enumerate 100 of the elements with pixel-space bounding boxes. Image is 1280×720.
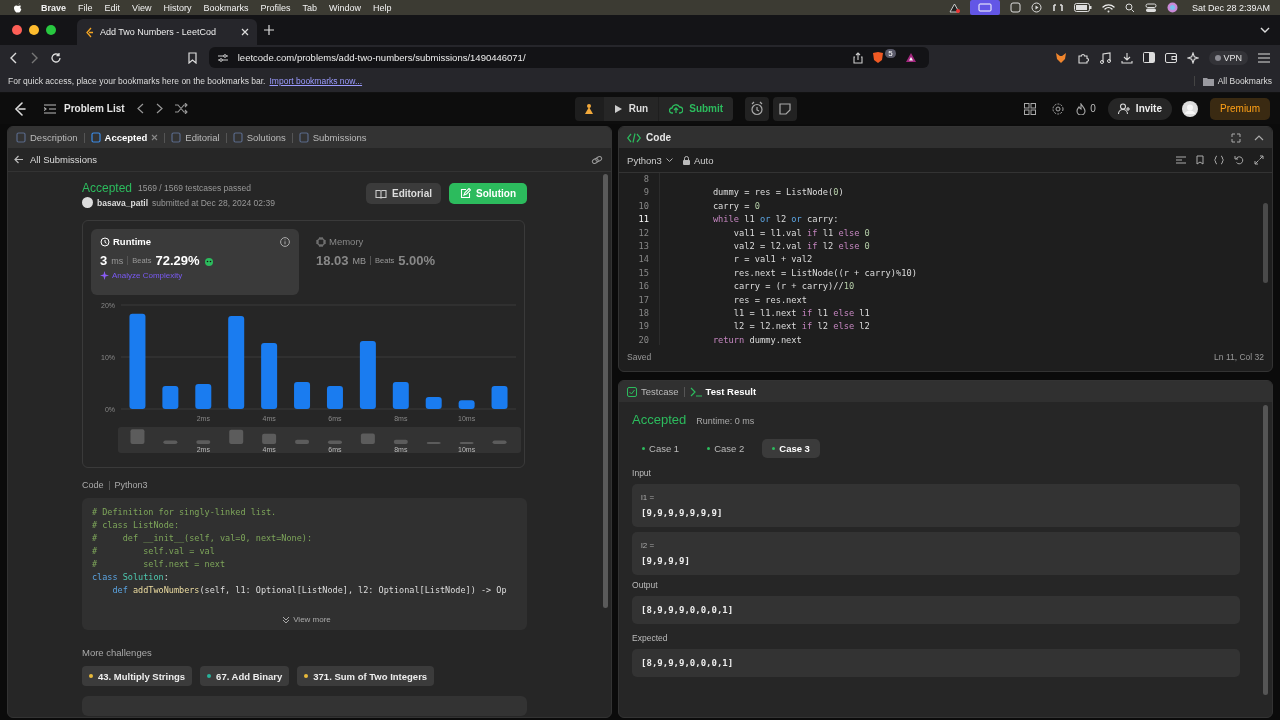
premium-button[interactable]: Premium (1210, 97, 1270, 120)
previous-icon[interactable] (136, 103, 144, 114)
chart-bar[interactable] (392, 381, 409, 409)
case-tab[interactable]: Case 1 (632, 439, 690, 458)
screen-share-icon[interactable] (969, 0, 1000, 15)
chart-bar[interactable] (228, 315, 245, 409)
share-icon[interactable] (853, 51, 864, 64)
chart-bar[interactable] (359, 340, 376, 409)
play-icon[interactable] (1030, 2, 1042, 13)
all-submissions-link[interactable]: All Submissions (14, 154, 98, 165)
panel-tab[interactable]: Editorial (171, 132, 220, 143)
expand-icon[interactable] (1254, 155, 1264, 165)
chart-bar[interactable] (491, 386, 508, 409)
rewards-triangle-icon[interactable] (904, 52, 917, 63)
case-tab[interactable]: Case 3 (762, 439, 820, 458)
menu-item[interactable]: History (163, 2, 192, 13)
challenge-chip[interactable]: 43. Multiply Strings (82, 666, 193, 686)
layout-grid-icon[interactable] (1024, 102, 1037, 115)
brave-shields-button[interactable] (872, 51, 885, 64)
forward-icon[interactable] (30, 51, 38, 64)
panel-tab[interactable]: Description (16, 132, 78, 143)
menu-icon[interactable] (1258, 52, 1270, 63)
panel-tab[interactable]: Accepted (90, 132, 159, 143)
all-bookmarks-button[interactable]: All Bookmarks (1193, 76, 1272, 86)
line-number: 17 (637, 293, 650, 307)
scrollbar-thumb[interactable] (603, 174, 608, 608)
collapse-icon[interactable] (1254, 134, 1264, 141)
view-more-button[interactable]: View more (282, 615, 331, 624)
search-icon[interactable] (1124, 2, 1135, 13)
music-icon[interactable] (1098, 51, 1111, 64)
alarm-clock-icon[interactable] (745, 96, 770, 121)
shuffle-icon[interactable] (174, 103, 188, 114)
bookmark-icon[interactable] (1196, 155, 1204, 165)
menu-item[interactable]: Help (373, 2, 392, 13)
challenge-chip[interactable]: 67. Add Binary (200, 666, 290, 686)
chart-bar[interactable] (294, 381, 311, 409)
menu-item[interactable]: File (78, 2, 93, 13)
chart-bar[interactable] (326, 386, 343, 409)
app-menu[interactable]: Brave (41, 2, 67, 13)
window-close-button[interactable] (12, 25, 22, 35)
problem-list-button[interactable]: Problem List (44, 103, 125, 114)
menu-item[interactable]: Tab (302, 2, 317, 13)
control-center-icon[interactable] (1144, 2, 1157, 13)
editorial-button[interactable]: Editorial (366, 183, 441, 204)
challenge-chip[interactable]: 371. Sum of Two Integers (297, 666, 435, 686)
braces-icon[interactable] (1214, 155, 1224, 165)
case-tab[interactable]: Case 2 (697, 439, 755, 458)
format-icon[interactable] (1176, 155, 1186, 165)
menu-item[interactable]: Bookmarks (203, 2, 249, 13)
leetcode-logo-icon[interactable] (14, 101, 26, 116)
invite-button[interactable]: Invite (1107, 97, 1172, 120)
panel-tab[interactable]: Testcase (627, 386, 679, 397)
fox-icon[interactable] (1054, 51, 1067, 64)
wallet-icon[interactable] (1164, 52, 1177, 63)
info-icon[interactable] (280, 236, 290, 247)
streak-counter[interactable]: 0 (1076, 102, 1096, 115)
address-bar[interactable]: leetcode.com/problems/add-two-numbers/submissions/1490446071/ 5 (208, 47, 929, 68)
sparkle-icon[interactable] (1186, 51, 1199, 64)
reload-icon[interactable] (50, 51, 62, 64)
submit-button[interactable]: Submit (659, 96, 734, 121)
site-settings-icon[interactable] (216, 52, 229, 63)
window-zoom-button[interactable] (46, 25, 56, 35)
chart-bar[interactable] (162, 386, 179, 409)
battery-icon[interactable] (1073, 3, 1092, 12)
puzzle-icon[interactable] (1076, 51, 1089, 64)
panel-tab[interactable]: Submissions (298, 132, 367, 143)
siri-icon[interactable] (1166, 2, 1178, 13)
download-icon[interactable] (1120, 51, 1133, 64)
browser-tab[interactable]: Add Two Numbers - LeetCod (77, 19, 257, 45)
sidebar-icon[interactable] (1142, 52, 1155, 63)
back-icon[interactable] (10, 51, 18, 64)
wifi-icon[interactable] (1101, 2, 1115, 13)
panel-tab[interactable]: Solutions (232, 132, 286, 143)
auto-mode-toggle[interactable]: Auto (682, 154, 714, 166)
menu-item[interactable]: View (132, 2, 152, 13)
run-button[interactable]: Run (603, 96, 659, 121)
debug-icon[interactable] (582, 102, 595, 115)
link-icon[interactable] (591, 154, 604, 165)
import-bookmarks-link[interactable]: Import bookmarks now... (269, 76, 363, 86)
panel-tab[interactable]: Test Result (689, 386, 757, 397)
chart-bar[interactable] (195, 384, 212, 409)
new-tab-icon[interactable] (264, 25, 274, 35)
menu-item[interactable]: Profiles (260, 2, 291, 13)
chart-bar[interactable] (261, 342, 278, 409)
chart-bar[interactable] (458, 400, 475, 409)
language-dropdown[interactable]: Python3 (627, 154, 673, 166)
window-minimize-button[interactable] (29, 25, 39, 35)
scrollbar-thumb[interactable] (1263, 405, 1268, 695)
chart-bar[interactable] (425, 397, 442, 409)
note-icon[interactable] (773, 96, 798, 121)
settings-icon[interactable] (1052, 102, 1065, 115)
reset-icon[interactable] (1234, 155, 1244, 165)
menu-item[interactable]: Window (329, 2, 361, 13)
avatar-icon[interactable] (1182, 100, 1198, 117)
chevron-down-icon[interactable] (1260, 27, 1270, 33)
scrollbar-thumb[interactable] (1263, 203, 1268, 283)
vpn-button[interactable]: VPN (1208, 50, 1248, 65)
next-icon[interactable] (155, 103, 163, 114)
fullscreen-icon[interactable] (1231, 132, 1241, 143)
menu-item[interactable]: Edit (104, 2, 121, 13)
